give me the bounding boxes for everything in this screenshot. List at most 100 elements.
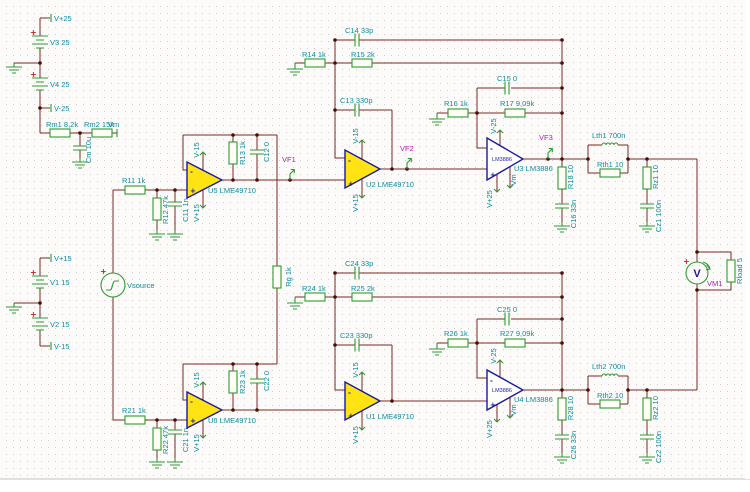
resistor-r16[interactable]: R16 1k [444, 99, 469, 118]
schematic-canvas: + V3 25 + V4 25 + V1 15 + V2 15 V+25 V-2… [0, 0, 750, 492]
capacitor-c13[interactable]: C13 330p [340, 96, 373, 117]
resistor-r26-label: R26 1k [444, 329, 468, 338]
opamp-plus-mark: + [190, 187, 196, 195]
resistor-r23[interactable]: R23 1k [228, 370, 247, 394]
battery-v2[interactable]: + V2 15 [30, 310, 70, 331]
resistor-r24[interactable]: R24 1k [302, 284, 326, 302]
opamp-u5-vminus15: V-15 [192, 142, 201, 157]
resistor-rm1-label: Rm1 8,2k [46, 120, 78, 129]
resistor-r14[interactable]: R14 1k [302, 50, 326, 68]
capacitor-c26[interactable]: C26 33n [555, 431, 578, 459]
testpoint-vf3[interactable]: VF3 [539, 133, 553, 159]
wires-output-bottom[interactable] [587, 290, 698, 453]
capacitor-cm-label: Cm 10u [84, 137, 93, 163]
battery-plus-sign: + [30, 28, 37, 37]
resistor-r25[interactable]: R25 2k [351, 284, 375, 302]
vsource-label: Vsource [127, 281, 155, 290]
capacitor-c21-label: C21 1n [181, 428, 190, 452]
opamp-plus-mark: + [348, 412, 354, 420]
capacitor-c11-label: C11 1n [181, 198, 190, 222]
opamp-u1-vminus15: V-15 [351, 362, 360, 377]
resistor-r12[interactable]: R12 47k [152, 196, 170, 224]
capacitor-cz1[interactable]: Cz1 100n [640, 200, 663, 232]
battery-v4[interactable]: + V4 25 [30, 70, 70, 91]
capacitor-c12[interactable]: C12 0 [250, 142, 271, 162]
resistor-r27[interactable]: R27 9,09k [500, 329, 534, 348]
opamp-u3[interactable]: - + LM3886 V-25 V+25 Vm U3 LM3886 [485, 118, 553, 208]
opamp-u3-vminus25: V-25 [489, 118, 498, 133]
capacitor-c12-label: C12 0 [262, 142, 271, 162]
resistor-r17[interactable]: R17 9,09k [500, 99, 534, 118]
resistor-rm2[interactable]: Rm2 15k [84, 120, 114, 138]
opamp-u3-label: U3 LM3886 [514, 164, 553, 173]
resistor-r13[interactable]: R13 1k [228, 141, 247, 165]
resistor-r23-label: R23 1k [238, 370, 247, 394]
voltmeter-vm1[interactable]: V + VM1 [683, 257, 722, 288]
voltmeter-plus-sign: + [683, 257, 690, 266]
testpoint-vf3-label: VF3 [539, 133, 553, 142]
resistor-r16-label: R16 1k [444, 99, 468, 108]
resistor-r17-label: R17 9,09k [500, 99, 534, 108]
resistor-rth2[interactable]: Rth2 10 [597, 391, 623, 409]
capacitor-cm[interactable]: Cm 10u [73, 137, 93, 163]
capacitor-c21[interactable]: C21 1n [168, 428, 190, 452]
resistor-rload-label: Rload 5 [735, 258, 744, 284]
wire-network[interactable] [14, 17, 732, 458]
resistor-r26[interactable]: R26 1k [444, 329, 469, 348]
resistor-r15[interactable]: R15 2k [351, 50, 375, 68]
capacitor-c25[interactable]: C25 0 [497, 305, 517, 326]
battery-v1[interactable]: + V1 15 [30, 268, 70, 289]
opamp-u3-chip-name: LM3886 [492, 157, 512, 163]
opamp-u4[interactable]: - + LM3886 V-25 V+25 Vm U4 LM3886 [485, 348, 553, 438]
capacitor-c15[interactable]: C15 0 [497, 74, 517, 95]
resistor-r18[interactable]: R18 10 [557, 165, 575, 190]
resistor-r22[interactable]: R22 47k [152, 426, 170, 454]
testpoint-vf1[interactable]: VF1 [282, 155, 296, 180]
capacitor-cz1-label: Cz1 100n [654, 200, 663, 232]
wires-u3-network[interactable] [437, 40, 588, 222]
resistor-r28[interactable]: R28 10 [557, 396, 575, 421]
opamp-minus-mark: - [490, 377, 493, 385]
battery-v2-label: V2 15 [50, 320, 70, 329]
resistor-rth1[interactable]: Rth1 10 [597, 160, 623, 178]
inductor-lth1[interactable]: Lth1 700n [592, 131, 625, 146]
battery-v4-label: V4 25 [50, 80, 70, 89]
opamp-u1[interactable]: - + V-15 V+15 U1 LME49710 [344, 362, 414, 444]
resistor-rm2-label: Rm2 15k [84, 120, 114, 129]
wires-source[interactable] [112, 189, 187, 421]
capacitor-c11[interactable]: C11 1n [168, 198, 190, 222]
resistor-rz2[interactable]: Rz2 10 [642, 396, 660, 421]
resistor-rg[interactable]: Rg 1k [272, 265, 293, 289]
resistor-r25-label: R25 2k [351, 284, 375, 293]
resistor-rload[interactable]: Rload 5 [726, 258, 744, 284]
capacitor-c23[interactable]: C23 330p [340, 331, 373, 352]
capacitor-cz2-label: Cz2 100n [654, 431, 663, 463]
opamp-u4-label: U4 LM3886 [514, 395, 553, 404]
capacitor-c15-label: C15 0 [497, 74, 517, 83]
opamp-u3-vplus25: V+25 [485, 190, 494, 208]
capacitor-c25-label: C25 0 [497, 305, 517, 314]
opamp-minus-mark: - [190, 398, 193, 406]
capacitor-c16-label: C16 33n [569, 200, 578, 228]
battery-plus-sign: + [30, 310, 37, 319]
resistor-r12-label: R12 47k [161, 196, 170, 224]
resistor-rm1[interactable]: Rm1 8,2k [46, 120, 78, 138]
resistor-r21[interactable]: R21 1k [122, 406, 146, 425]
opamp-minus-mark: - [190, 168, 193, 176]
battery-plus-sign: + [30, 268, 37, 277]
voltage-source-vsource[interactable]: + Vsource [100, 267, 155, 298]
wires-u4-network[interactable] [437, 273, 588, 453]
testpoint-vf2[interactable]: VF2 [400, 144, 414, 169]
inductor-lth2[interactable]: Lth2 700n [592, 362, 625, 377]
battery-v3[interactable]: + V3 25 [30, 28, 70, 49]
resistor-rz1[interactable]: Rz1 10 [642, 165, 660, 190]
resistor-r11[interactable]: R11 1k [122, 176, 146, 195]
capacitor-c24[interactable]: C24 33p [345, 259, 373, 280]
capacitor-c14[interactable]: C14 33p [345, 26, 373, 47]
opamp-u2[interactable]: - + V-15 V+15 U2 LME49710 [344, 128, 414, 212]
capacitor-cz2[interactable]: Cz2 100n [640, 431, 663, 463]
capacitor-c22[interactable]: C22 0 [250, 371, 271, 391]
testpoint-vf1-label: VF1 [282, 155, 296, 164]
capacitor-c16[interactable]: C16 33n [555, 200, 578, 228]
opamp-u2-label: U2 LME49710 [366, 180, 414, 189]
